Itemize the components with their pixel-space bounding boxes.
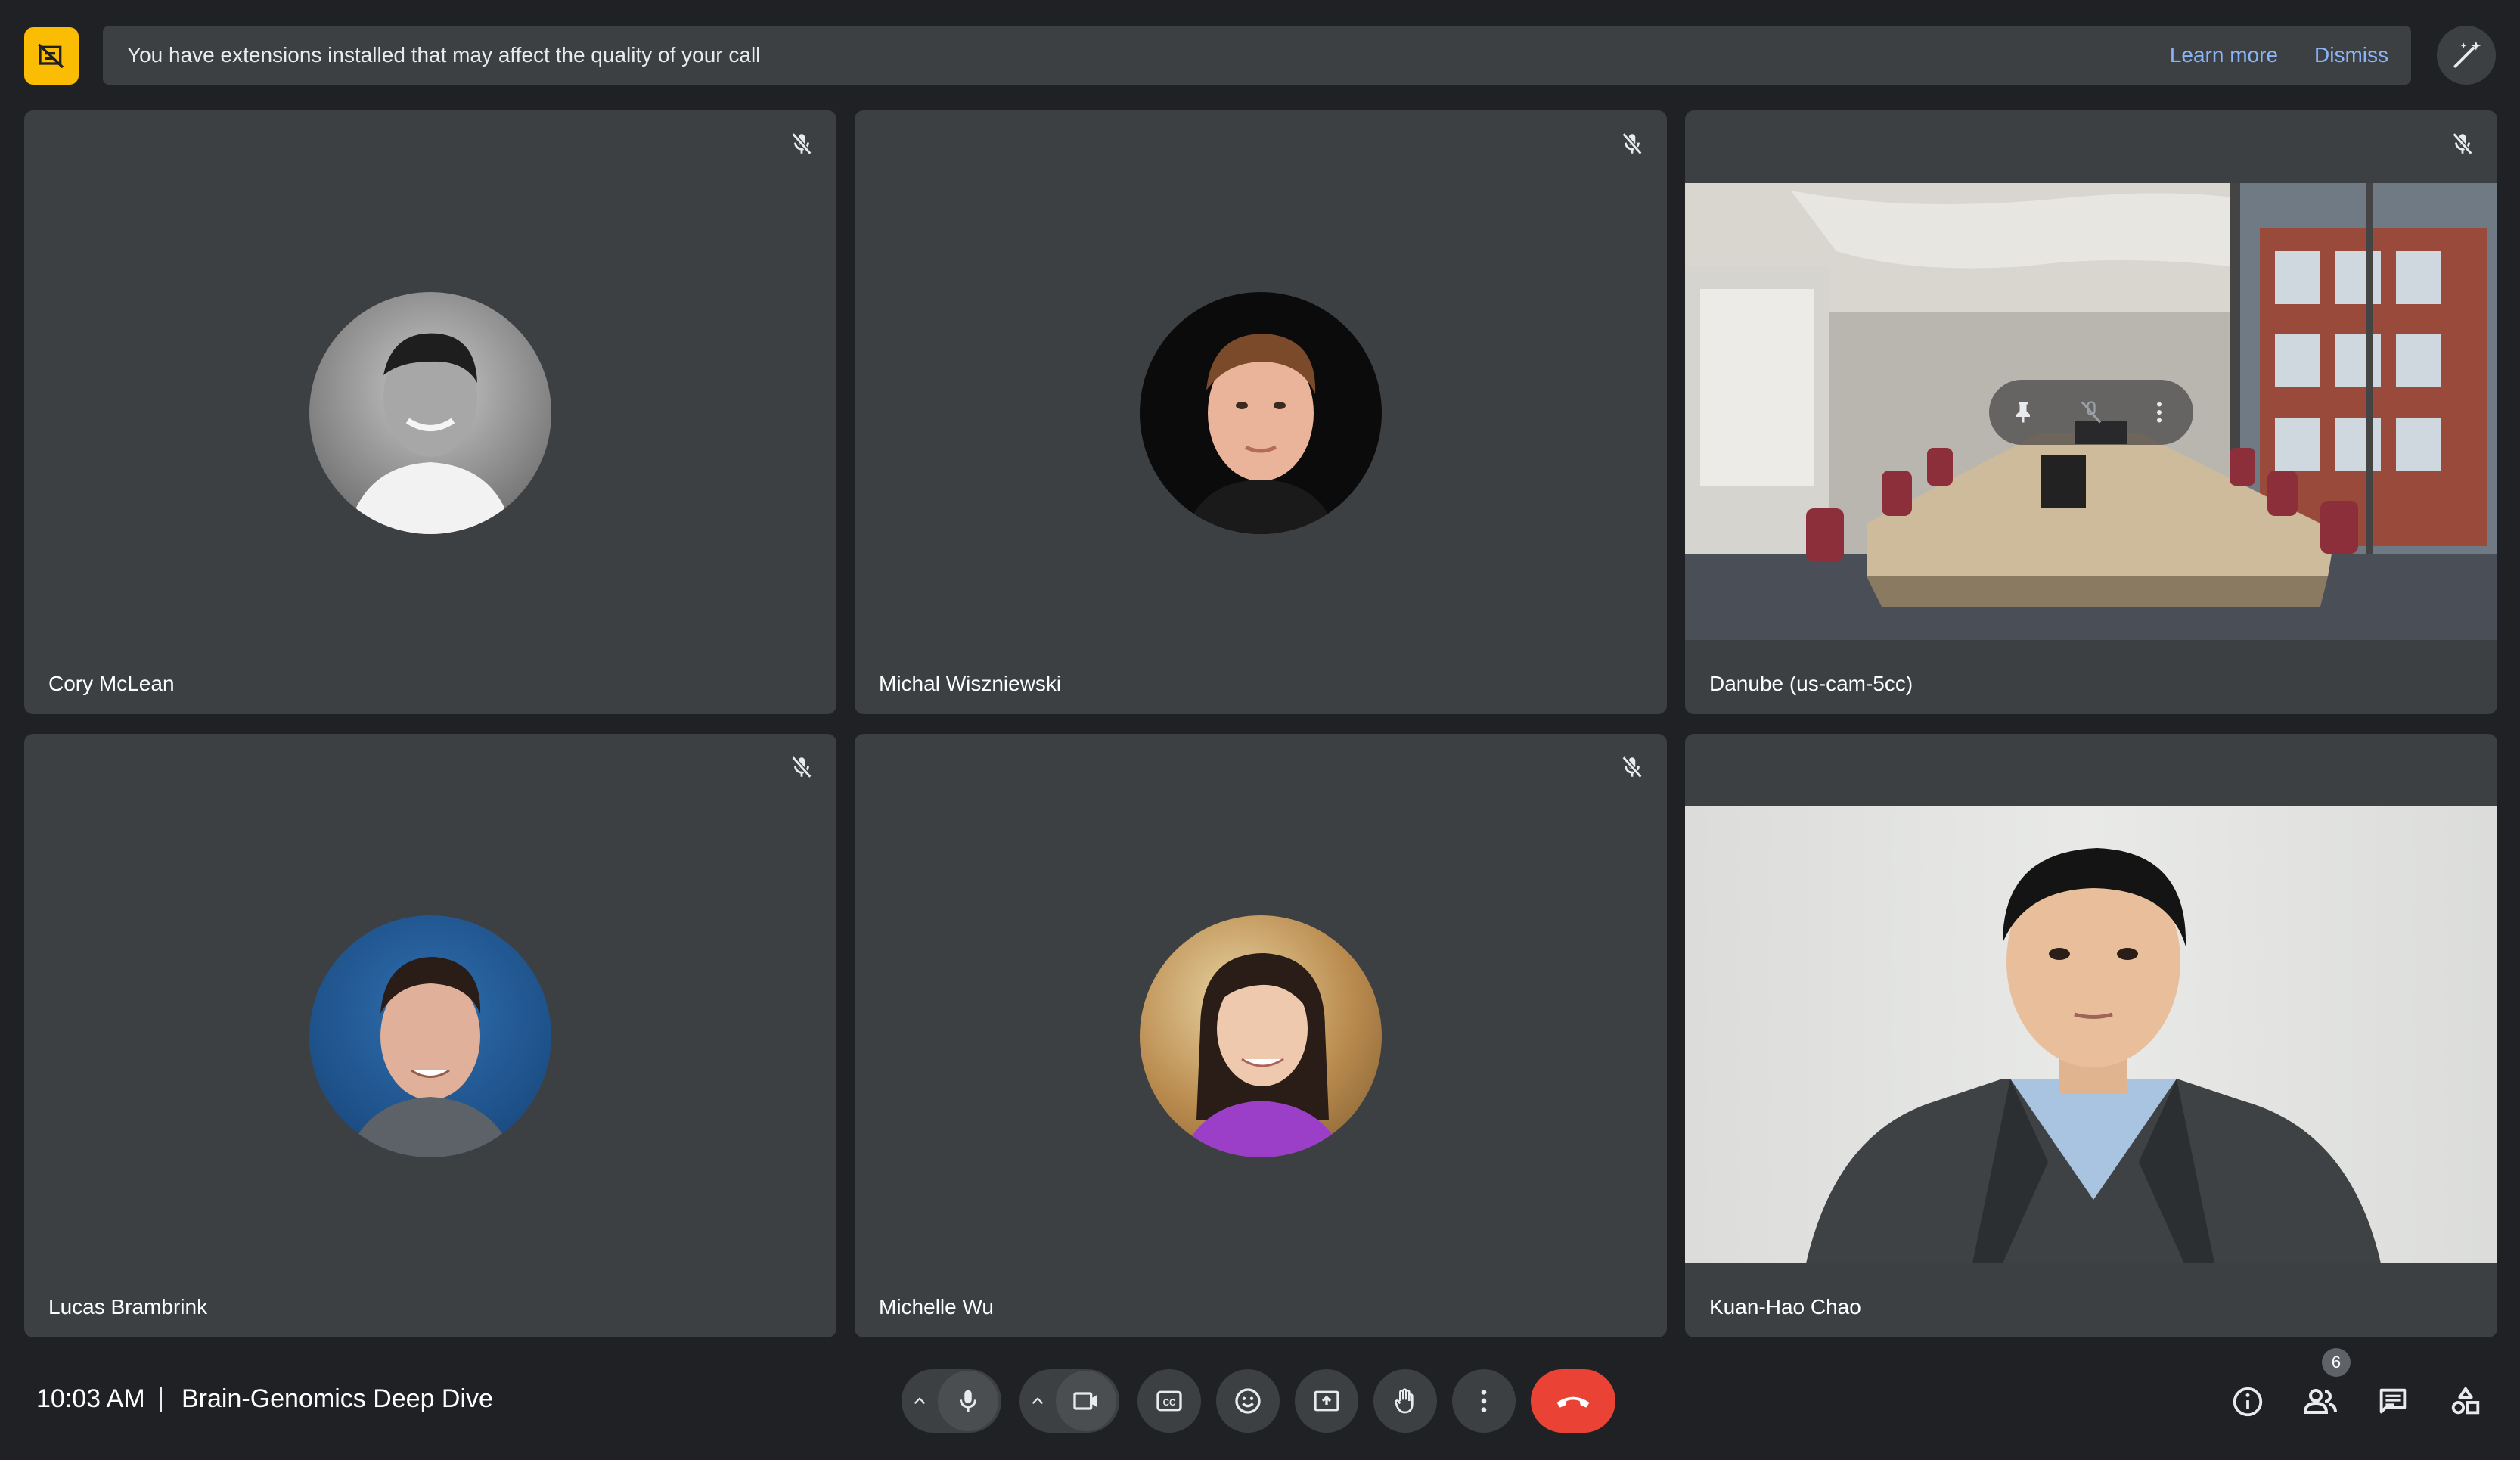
participant-name: Lucas Brambrink <box>48 1295 208 1319</box>
chevron-up-icon <box>1032 1397 1044 1405</box>
meeting-time: 10:03 AM <box>36 1384 145 1413</box>
extension-warning-banner: You have extensions installed that may a… <box>103 26 2411 85</box>
emoji-icon <box>1235 1388 1261 1414</box>
chat-icon <box>2379 1388 2407 1414</box>
visual-effects-icon <box>2453 41 2481 68</box>
meeting-details-button[interactable] <box>2219 1373 2276 1430</box>
pin-icon[interactable] <box>2009 399 2037 426</box>
activities-button[interactable] <box>2437 1373 2494 1430</box>
participant-name: Michal Wiszniewski <box>879 672 1062 695</box>
hand-icon <box>1395 1388 1414 1414</box>
mic-off-icon[interactable] <box>2078 399 2105 426</box>
participant-tile[interactable]: Danube (us-cam-5cc) <box>1685 110 2497 714</box>
participant-tile[interactable]: Kuan-Hao Chao <box>1685 734 2497 1337</box>
mic-off-icon <box>1614 749 1650 785</box>
info-icon <box>2233 1387 2263 1417</box>
participant-name: Cory McLean <box>48 672 175 695</box>
leave-call-button[interactable] <box>1531 1369 1615 1433</box>
participant-tile[interactable]: Cory McLean <box>24 110 836 714</box>
video-feed <box>1685 806 2497 1263</box>
camera-button[interactable] <box>1056 1371 1116 1431</box>
avatar <box>1140 915 1382 1157</box>
mic-off-icon <box>784 749 820 785</box>
avatar <box>309 915 551 1157</box>
mic-off-icon <box>1614 126 1650 162</box>
mic-off-icon <box>2444 126 2481 162</box>
call-end-icon <box>1556 1396 1590 1408</box>
extension-warning-button[interactable] <box>24 27 79 85</box>
more-options-icon[interactable] <box>2146 399 2173 426</box>
raise-hand-button[interactable] <box>1373 1369 1437 1433</box>
present-icon <box>1314 1390 1339 1412</box>
video-options-button[interactable] <box>1019 1391 1056 1411</box>
participant-tile[interactable]: Michal Wiszniewski <box>855 110 1667 714</box>
participant-tile[interactable]: Lucas Brambrink <box>24 734 836 1337</box>
closed-captions-icon: CC <box>1156 1390 1182 1412</box>
present-screen-button[interactable] <box>1295 1369 1358 1433</box>
learn-more-link[interactable]: Learn more <box>2170 43 2278 67</box>
chevron-up-icon <box>914 1397 926 1405</box>
avatar <box>1140 292 1382 534</box>
more-vert-icon <box>1481 1390 1487 1412</box>
microphone-button[interactable] <box>938 1371 998 1431</box>
reactions-button[interactable] <box>1216 1369 1280 1433</box>
divider <box>160 1387 162 1412</box>
camera-control <box>1019 1369 1119 1433</box>
extension-warning-icon <box>38 43 64 69</box>
chat-button[interactable] <box>2364 1373 2422 1430</box>
meeting-title: Brain-Genomics Deep Dive <box>182 1384 493 1413</box>
participant-tile[interactable]: Michelle Wu <box>855 734 1667 1337</box>
captions-button[interactable]: CC <box>1137 1369 1201 1433</box>
participant-name: Kuan-Hao Chao <box>1709 1295 1861 1319</box>
dismiss-button[interactable]: Dismiss <box>2314 43 2388 67</box>
people-button[interactable] <box>2292 1373 2349 1430</box>
participant-name: Michelle Wu <box>879 1295 994 1319</box>
banner-message: You have extensions installed that may a… <box>127 43 761 67</box>
videocam-icon <box>1073 1392 1097 1410</box>
svg-text:CC: CC <box>1163 1398 1176 1408</box>
participant-name: Danube (us-cam-5cc) <box>1709 672 1913 695</box>
people-icon <box>2303 1389 2337 1414</box>
tile-hover-controls <box>1989 380 2193 445</box>
microphone-control <box>902 1369 1001 1433</box>
activities-icon <box>2451 1387 2480 1415</box>
mic-off-icon <box>784 126 820 162</box>
more-options-button[interactable] <box>1452 1369 1516 1433</box>
microphone-icon <box>959 1390 977 1412</box>
audio-options-button[interactable] <box>902 1391 938 1411</box>
visual-effects-button[interactable] <box>2437 26 2496 85</box>
avatar <box>309 292 551 534</box>
